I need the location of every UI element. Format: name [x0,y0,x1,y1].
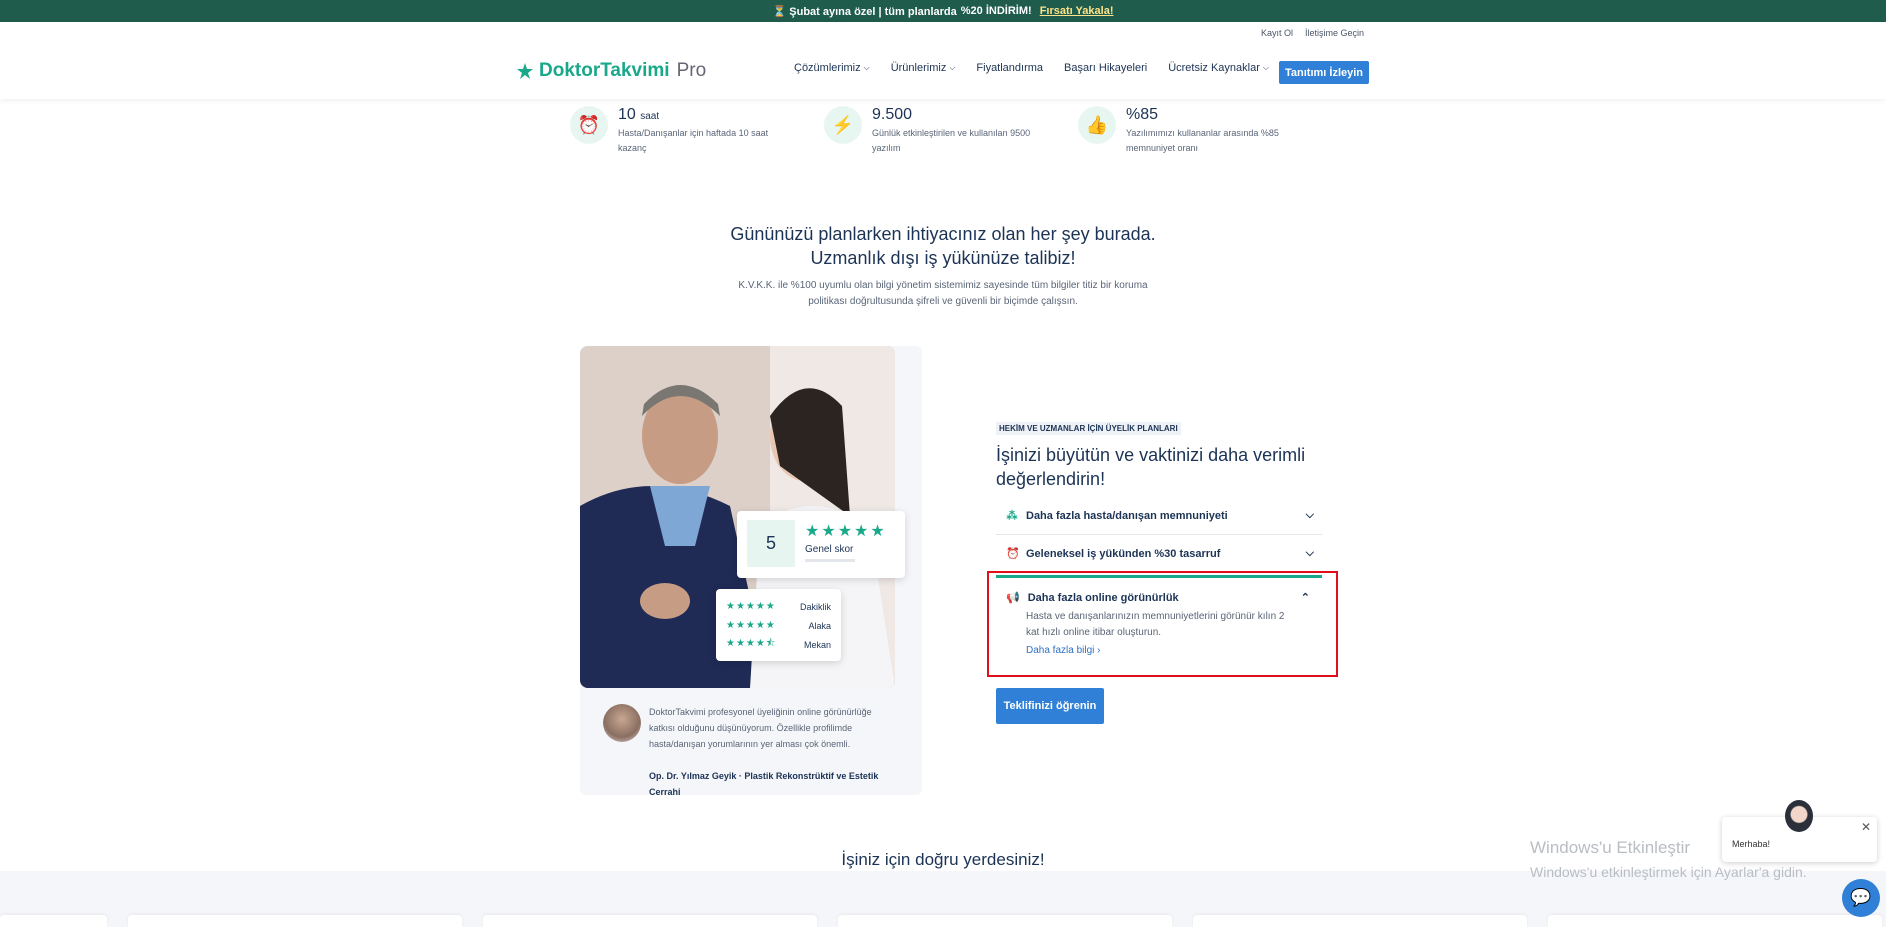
plan-card [0,915,107,927]
promo-banner: ⏳ Şubat ayına özel | tüm planlarda %20 İ… [0,0,1886,22]
nav-products[interactable]: Ürünlerimiz ⌵ [891,62,956,74]
chevron-down-icon: ⌵ [949,63,956,72]
rating-row: ★★★★★ Alaka [726,616,831,635]
site-header: Kayıt Ol İletişime Geçin DoktorTakvimi P… [0,22,1886,99]
testimonial-author: Op. Dr. Yılmaz Geyik · Plastik Rekonstrü… [649,771,879,797]
score-value: 5 [747,520,795,567]
plan-card [1548,915,1882,927]
score-bar [805,559,855,562]
nav-pricing-label: Fiyatlandırma [976,62,1044,74]
logo[interactable]: DoktorTakvimi Pro [515,60,706,82]
accordion: ⁂ Daha fazla hasta/danışan memnuniyeti ⌵ … [996,497,1322,573]
chat-button[interactable]: 💬 [1842,879,1880,917]
star-rating-icon: ★★★★★ [805,523,887,540]
alarm-icon: ⏰ [1006,548,1020,560]
chat-agent-avatar [1785,800,1813,832]
stat-value: 10 saat [618,106,660,123]
stat-value: %85 [1126,106,1159,123]
plan-card [838,915,1172,927]
logo-icon [517,63,533,79]
accordion-item-satisfaction[interactable]: ⁂ Daha fazla hasta/danışan memnuniyeti ⌵ [996,497,1322,535]
rating-label: Alaka [808,620,831,631]
accordion-item-workload[interactable]: ⏰ Geleneksel iş yükünden %30 tasarruf ⌵ [996,535,1322,573]
utility-links: Kayıt Ol İletişime Geçin [1261,28,1364,38]
nav-solutions[interactable]: Çözümlerimiz ⌵ [794,62,870,74]
plug-icon: ⚡ [824,106,862,144]
nav-free-resources[interactable]: Ücretsiz Kaynaklar ⌵ [1168,62,1269,74]
promo-highlight: %20 İNDİRİM! [960,5,1032,17]
people-icon: ⁂ [1006,510,1018,522]
rating-label: Dakiklik [799,601,831,612]
logo-text: DoktorTakvimi [539,60,670,81]
plan-card [1193,915,1527,927]
stat-value: 9.500 [872,106,913,123]
plan-card [483,915,817,927]
score-label: Genel skor [805,544,854,555]
stats-row: ⏰ 10 saat Hasta/Danışanlar için haftada … [570,106,1332,156]
rating-label: Mekan [803,639,831,650]
watch-demo-button[interactable]: Tanıtımı İzleyin [1279,61,1369,84]
chat-greeting: Merhaba! [1732,839,1771,849]
star-rating-icon: ★★★★⯪ [726,638,777,649]
plans-intro: HEKİM VE UZMANLAR İÇİN ÜYELİK PLANLARI İ… [996,418,1326,491]
plans-title: İşinizi büyütün ve vaktinizi daha veriml… [996,445,1306,489]
main-nav: Çözümlerimiz ⌵ Ürünlerimiz ⌵ Fiyatlandırma… [794,62,1269,74]
section-title: Gününüzü planlarken ihtiyacınız olan her… [730,224,1156,268]
overall-score-card: 5 ★★★★★ Genel skor [737,511,905,578]
stat-desc: Günlük etkinleştirilen ve kullanılan 950… [872,128,1031,153]
stat-desc: Yazılımımızı kullananlar arasında %85 me… [1126,128,1279,153]
accordion-label: Daha fazla hasta/danışan memnuniyeti [1026,509,1228,522]
nav-products-label: Ürünlerimiz [890,62,947,74]
plans-tag: HEKİM VE UZMANLAR İÇİN ÜYELİK PLANLARI [996,422,1181,435]
windows-activation-title: Windows'u Etkinleştir [1530,838,1691,857]
stat-satisfaction: 👍 %85 Yazılımımızı kullananlar arasında … [1078,106,1332,156]
chevron-down-icon: ⌵ [1305,509,1314,521]
chevron-down-icon: ⌵ [1262,63,1269,72]
avatar [603,704,641,742]
highlight-box [987,571,1338,677]
thumbs-up-icon: 👍 [1078,106,1116,144]
testimonial-text: DoktorTakvimi profesyonel üyeliğinin onl… [649,707,872,749]
plan-card [128,915,462,927]
alarm-clock-icon: ⏰ [570,106,608,144]
get-quote-button[interactable]: Teklifinizi öğrenin [996,688,1104,724]
star-rating-icon: ★★★★★ [726,620,776,631]
accordion-label: Geleneksel iş yükünden %30 tasarruf [1026,547,1221,560]
promo-link[interactable]: Fırsatı Yakala! [1040,5,1114,17]
section-subtitle: K.V.K.K. ile %100 uyumlu olan bilgi yöne… [738,280,1148,307]
close-icon[interactable]: ✕ [1861,820,1871,834]
stat-software: ⚡ 9.500 Günlük etkinleştirilen ve kullan… [824,106,1078,156]
chat-icon: 💬 [1850,888,1872,907]
contact-link[interactable]: İletişime Geçin [1305,28,1364,38]
promo-text: ⏳ Şubat ayına özel | tüm planlarda [772,5,957,18]
nav-pricing[interactable]: Fiyatlandırma [976,62,1043,74]
chevron-down-icon: ⌵ [863,63,870,72]
stat-desc: Hasta/Danışanlar için haftada 10 saat ka… [618,128,769,153]
rating-row: ★★★★★ Dakiklik [726,597,831,616]
nav-success-stories[interactable]: Başarı Hikayeleri [1064,62,1147,74]
signup-link[interactable]: Kayıt Ol [1261,28,1293,38]
features-heading: Gününüzü planlarken ihtiyacınız olan her… [0,222,1886,310]
logo-suffix: Pro [676,60,707,81]
category-ratings-card: ★★★★★ Dakiklik ★★★★★ Alaka ★★★★⯪ Mekan [716,589,841,661]
nav-resources-label: Ücretsiz Kaynaklar [1168,62,1260,74]
stat-hours: ⏰ 10 saat Hasta/Danışanlar için haftada … [570,106,824,156]
nav-success-label: Başarı Hikayeleri [1064,62,1148,74]
star-rating-icon: ★★★★★ [726,601,776,612]
nav-solutions-label: Çözümlerimiz [794,62,861,74]
chevron-down-icon: ⌵ [1305,547,1314,559]
rating-row: ★★★★⯪ Mekan [726,635,831,654]
windows-activation-sub: Windows'u etkinleştirmek için Ayarlar'a … [1530,864,1807,880]
